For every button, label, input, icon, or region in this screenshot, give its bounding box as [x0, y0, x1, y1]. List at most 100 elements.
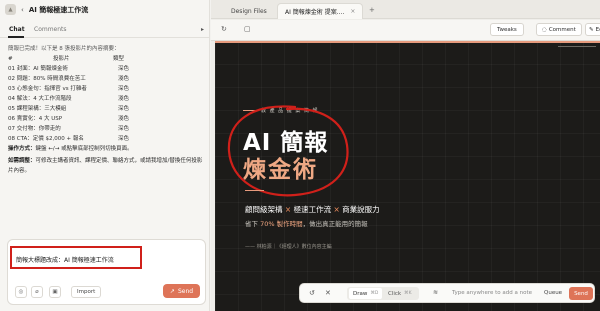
send-button[interactable]: ↗ Send: [163, 284, 200, 298]
row-slide-type: 深色: [118, 126, 130, 132]
edit-label: Ed: [595, 26, 600, 33]
message-intro: 簡報已完成！以下是 8 張投影片的內容摘要：: [8, 46, 120, 52]
close-tab-icon[interactable]: ×: [350, 8, 355, 15]
close-icon[interactable]: ✕: [325, 289, 331, 297]
collapse-arrow-icon[interactable]: ▸: [201, 26, 204, 33]
header-slide: 投影片: [53, 56, 70, 62]
draw-mode-button[interactable]: Draw ⌘D: [349, 288, 383, 299]
row-slide-type: 淺色: [118, 116, 130, 122]
canvas-toolbar: ↻ ▢ Tweaks ◌Comment ✎Ed: [211, 20, 600, 41]
table-row: 03 心態金句：指揮官 vs 打雜者 深色: [8, 84, 204, 94]
active-tab-indicator: [8, 36, 24, 38]
bottom-control-bar: ↺ ✕ Draw ⌘D Click ⌘K ≋ Type anywhere to ad…: [299, 283, 595, 303]
table-row: 05 課程架構：三大模組 深色: [8, 104, 204, 114]
slide-author: —— 林柏源｜《經理人》數位內容主編: [245, 244, 332, 250]
row-slide-title: 03 心態金句：指揮官 vs 打雜者: [8, 86, 87, 92]
row-slide-title: 07 交付物：你帶走的: [8, 126, 61, 132]
tab-slide-deck-label: AI 簡報煉金術 提案....: [285, 9, 345, 16]
paperclip-icon[interactable]: ⌀: [31, 286, 43, 298]
comment-button[interactable]: ◌ Comment: [536, 23, 582, 36]
row-slide-title: 05 課程架構：三大模組: [8, 106, 67, 112]
pencil-icon: ✎: [589, 26, 594, 33]
refresh-icon[interactable]: ↻: [221, 25, 227, 33]
new-tab-icon[interactable]: +: [369, 6, 375, 14]
table-row: 04 解法：4 大工作流階段 淺色: [8, 94, 204, 104]
draw-label: Draw: [353, 290, 368, 297]
row-slide-title: 01 封面：AI 簡報煉金術: [8, 66, 68, 72]
attach-settings-icon[interactable]: ◎: [15, 286, 27, 298]
operation-label: 操作方式：: [8, 146, 36, 152]
title-underline: [245, 190, 264, 191]
operation-note: 操作方式：鍵盤 ←/→ 或點擊底部控制列切換頁面。: [8, 144, 204, 154]
tagline-part-c: 商業說服力: [342, 205, 380, 214]
frame-icon[interactable]: ▢: [244, 25, 251, 33]
send-label: Send: [177, 287, 194, 295]
click-label: Click: [388, 290, 402, 297]
comment-label: Comment: [548, 26, 576, 33]
row-slide-type: 深色: [118, 86, 130, 92]
reset-icon[interactable]: ↺: [309, 289, 315, 297]
assistant-message: 簡報已完成！以下是 8 張投影片的內容摘要： # 投影片 類型 01 封面：AI…: [8, 44, 204, 176]
click-shortcut: ⌘K: [404, 291, 412, 296]
mode-toggle: Draw ⌘D Click ⌘K: [347, 287, 419, 300]
slide-corner-rule: [558, 46, 596, 47]
header-type: 類型: [113, 56, 125, 62]
tab-comments[interactable]: Comments: [34, 26, 67, 33]
row-slide-type: 深色: [118, 66, 130, 72]
import-button[interactable]: Import: [71, 286, 102, 298]
row-slide-type: 深色: [118, 106, 130, 112]
chat-panel: ‹ AI 簡報極速工作流 Chat Comments ▸ 簡報已完成！以下是 8…: [0, 0, 210, 311]
table-row: 08 CTA：定價 $2,000 + 報名 深色: [8, 134, 204, 144]
tagline-part-a: 顧問級架構: [245, 205, 283, 214]
queue-button[interactable]: Queue: [544, 290, 562, 296]
slide-tagline: 顧問級架構 × 極速工作流 × 商業說服力: [245, 204, 380, 215]
row-slide-type: 深色: [118, 136, 130, 142]
edit-button[interactable]: ✎Ed: [585, 23, 600, 36]
operation-text: 鍵盤 ←/→ 或點擊底部控制列切換頁面。: [35, 146, 133, 152]
tab-slide-deck[interactable]: AI 簡報煉金術 提案.... ×: [277, 3, 364, 19]
table-row: 02 問題：80% 時間浪費在苦工 淺色: [8, 74, 204, 84]
tab-design-files[interactable]: Design Files: [224, 3, 274, 19]
slide-accent-line: [215, 41, 600, 43]
subline-part-a: 省下: [245, 220, 258, 228]
row-slide-title: 08 CTA：定價 $2,000 + 報名: [8, 136, 84, 142]
image-icon[interactable]: ▣: [49, 286, 61, 298]
row-slide-title: 04 解法：4 大工作流階段: [8, 96, 72, 102]
tagline-part-b: 極速工作流: [293, 205, 332, 214]
file-tabs: Design Files AI 簡報煉金術 提案.... × +: [211, 0, 600, 19]
table-row: 01 封面：AI 簡報煉金術 深色: [8, 64, 204, 74]
note-send-button[interactable]: Send: [569, 287, 593, 300]
summary-table-header: # 投影片 類型: [8, 54, 204, 64]
panel-header: ‹ AI 簡報極速工作流: [0, 0, 209, 19]
message-composer: 簡報大標題改成：AI 簡報極速工作流 ◎ ⌀ ▣ Import ↗ Send: [7, 239, 206, 305]
subline-highlight: 70% 製作時間: [260, 220, 303, 228]
comment-icon: ◌: [542, 26, 547, 33]
note-input[interactable]: Type anywhere to add a note: [452, 290, 532, 296]
row-slide-title: 02 問題：80% 時間浪費在苦工: [8, 76, 86, 82]
click-mode-button[interactable]: Click ⌘K: [385, 288, 415, 299]
tab-chat[interactable]: Chat: [9, 26, 25, 33]
tweaks-button[interactable]: Tweaks: [490, 23, 524, 36]
slide-subline: 省下 70% 製作時間，做出真正能用的簡報: [245, 218, 368, 228]
slide-preview[interactable]: 教 產 品 提 案 簡 報 AI 簡報 煉金術 顧問級架構 × 極速工作流 × …: [215, 41, 600, 311]
tab-design-files-label: Design Files: [231, 7, 267, 15]
summary-table-body: 01 封面：AI 簡報煉金術 深色 02 問題：80% 時間浪費在苦工 淺色 03 心態…: [8, 64, 204, 144]
message-input[interactable]: 簡報大標題改成：AI 簡報極速工作流: [10, 246, 142, 269]
chat-tabs: Chat Comments ▸: [0, 24, 210, 38]
tagline-times-1: ×: [284, 205, 292, 214]
header-number: #: [8, 56, 13, 62]
row-slide-title: 06 賣實化：4 大 USP: [8, 116, 63, 122]
back-chevron-icon[interactable]: ‹: [21, 6, 24, 14]
table-row: 06 賣實化：4 大 USP 淺色: [8, 114, 204, 124]
row-slide-type: 淺色: [118, 96, 130, 102]
project-title: AI 簡報極速工作流: [28, 5, 89, 14]
draw-shortcut: ⌘D: [370, 291, 379, 296]
table-row: 07 交付物：你帶走的 深色: [8, 124, 204, 134]
tagline-times-2: ×: [333, 205, 340, 214]
adjust-text: 可修改主講者資訊、課程定價、聯絡方式，或請我增加/替換任何投影片內容。: [8, 158, 203, 174]
red-annotation-circle: [227, 105, 349, 197]
layers-icon[interactable]: ≋: [433, 289, 438, 296]
app-logo-icon: [5, 4, 16, 15]
canvas-panel: Design Files AI 簡報煉金術 提案.... × + ↻ ▢ Twea…: [211, 0, 600, 311]
send-arrow-icon: ↗: [169, 287, 175, 295]
